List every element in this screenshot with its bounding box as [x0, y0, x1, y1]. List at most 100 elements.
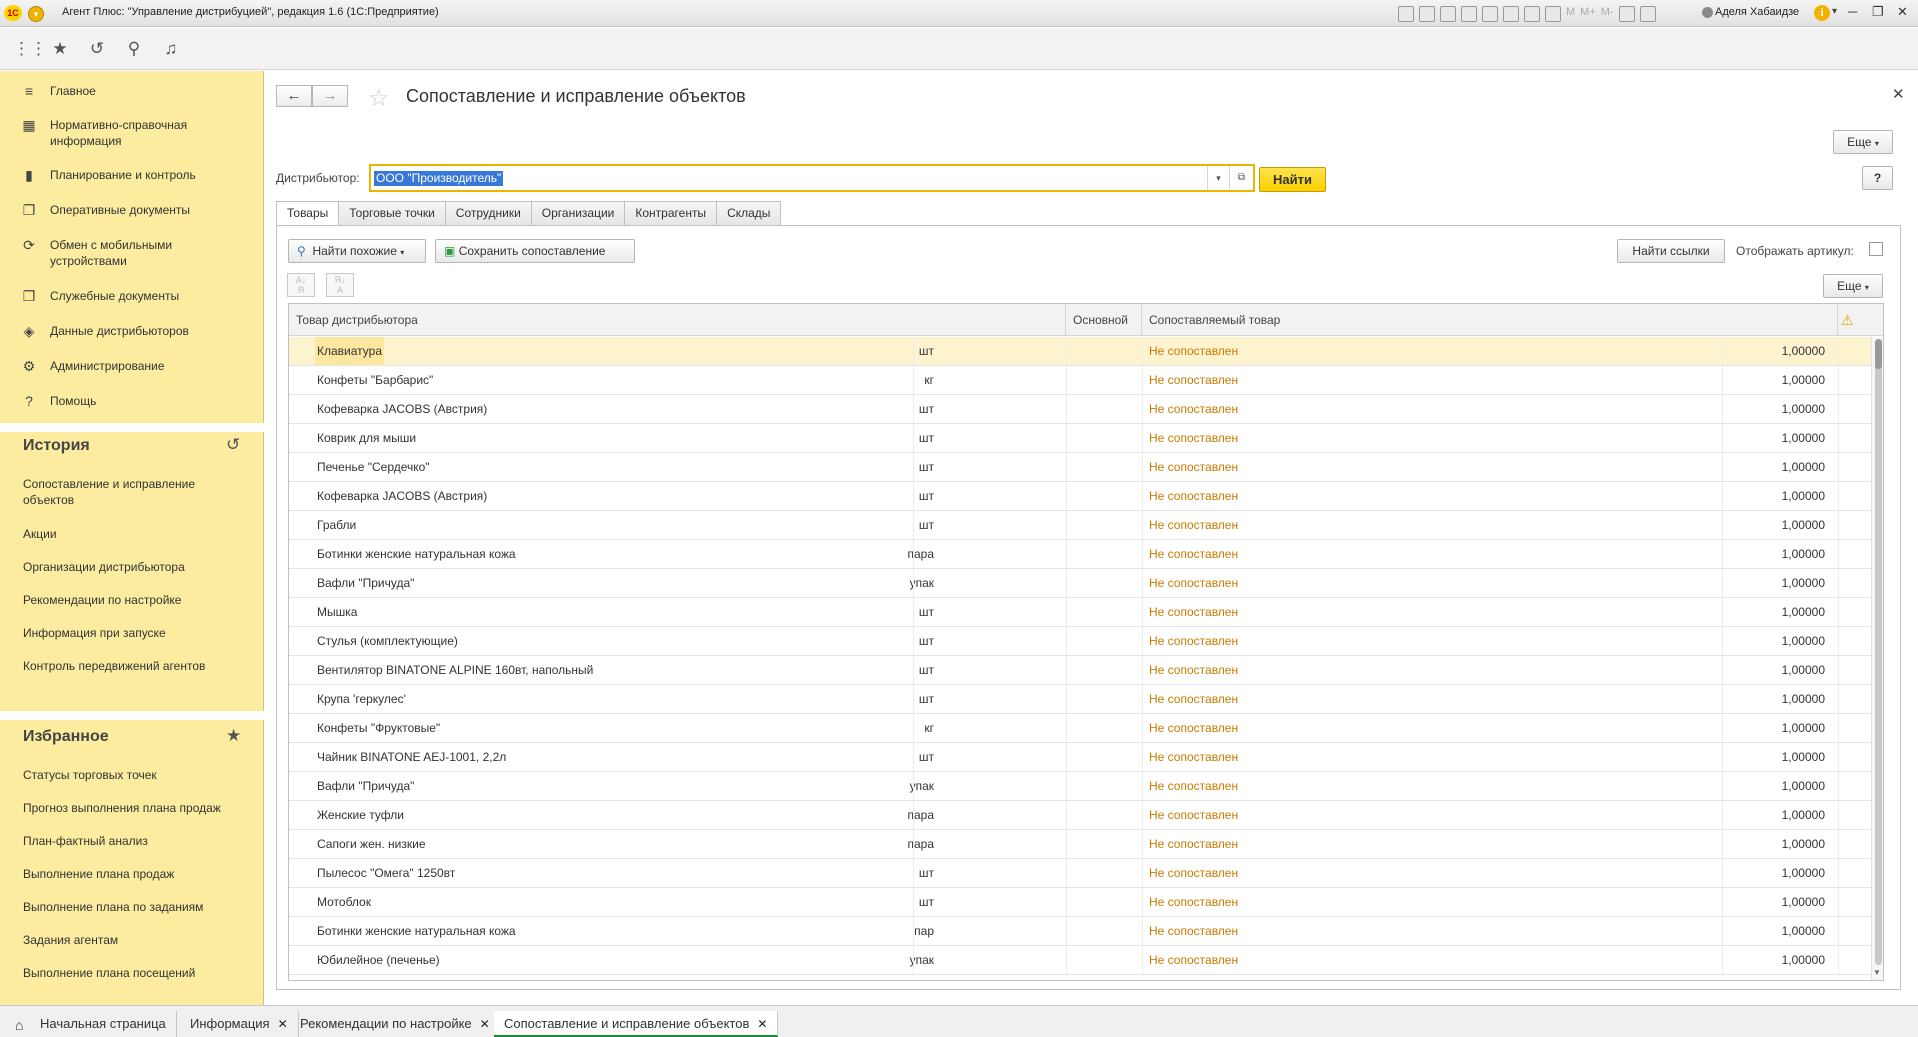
sidebar-item-mobile-exchange[interactable]: ⟳ Обмен с мобильными устройствами: [20, 237, 260, 269]
sidebar-item-service-docs[interactable]: ❐ Служебные документы: [20, 288, 260, 304]
preview-icon[interactable]: [1440, 6, 1456, 22]
sidebar-item-administration[interactable]: ⚙ Администрирование: [20, 358, 260, 374]
favorite-item[interactable]: Статусы торговых точек: [23, 767, 157, 783]
scrollbar-track[interactable]: [1875, 339, 1882, 965]
mail-icon[interactable]: [1503, 6, 1519, 22]
table-row[interactable]: Коврик для мыши шт Не сопоставлен 1,00000: [289, 424, 1871, 453]
favorite-item[interactable]: План-фактный анализ: [23, 833, 148, 849]
find-similar-button[interactable]: ⚲ Найти похожие ▾: [288, 239, 426, 263]
save-mapping-button[interactable]: ▣ Сохранить сопоставление: [435, 239, 635, 263]
info-icon[interactable]: i: [1814, 5, 1830, 21]
close-icon[interactable]: ✕: [757, 1017, 767, 1031]
favorite-item[interactable]: Задания агентам: [23, 932, 118, 948]
close-icon[interactable]: ✕: [480, 1017, 490, 1031]
table-row[interactable]: Вентилятор BINATONE ALPINE 160вт, наполь…: [289, 656, 1871, 685]
table-row[interactable]: Ботинки женские натуральная кожа пар Не со…: [289, 917, 1871, 946]
calendar-icon[interactable]: [1545, 6, 1561, 22]
back-button[interactable]: ←: [276, 85, 312, 107]
favorite-item[interactable]: Выполнение плана посещений: [23, 965, 195, 981]
table-row[interactable]: Стулья (комплектующие) шт Не сопоставлен 1,…: [289, 627, 1871, 656]
current-user[interactable]: Аделя Хабаидзе: [1715, 6, 1799, 18]
bell-icon[interactable]: ♫: [161, 39, 181, 59]
table-row[interactable]: Чайник BINATONE AEJ-1001, 2,2л шт Не сопос…: [289, 743, 1871, 772]
star-icon[interactable]: ★: [50, 39, 70, 59]
table-row[interactable]: Печенье "Сердечко" шт Не сопоставлен 1,0000…: [289, 453, 1871, 482]
table-row[interactable]: Юбилейное (печенье) упак Не сопоставлен 1,0…: [289, 946, 1871, 975]
table-row[interactable]: Грабли шт Не сопоставлен 1,00000: [289, 511, 1871, 540]
save-icon[interactable]: [1398, 6, 1414, 22]
tab-outlets[interactable]: Торговые точки: [339, 201, 446, 226]
table-row[interactable]: Конфеты "Фруктовые" кг Не сопоставлен 1,000…: [289, 714, 1871, 743]
star-icon[interactable]: ★: [226, 726, 241, 746]
sidebar-item-reference[interactable]: ▦ Нормативно-справочная информация: [20, 117, 260, 149]
more-button[interactable]: Еще ▾: [1833, 130, 1893, 154]
column-header-mapped-product[interactable]: Сопоставляемый товар: [1142, 304, 1838, 336]
table-row[interactable]: Крупа 'геркулес' шт Не сопоставлен 1,00000: [289, 685, 1871, 714]
distributor-field[interactable]: ООО "Производитель" ▾ ⧉: [369, 164, 1255, 192]
calculator-icon[interactable]: [1524, 6, 1540, 22]
chevron-down-icon[interactable]: ▾: [1207, 166, 1229, 190]
find-links-button[interactable]: Найти ссылки: [1617, 239, 1725, 263]
home-icon[interactable]: ⌂: [15, 1017, 23, 1033]
table-row[interactable]: Кофеварка JACOBS (Австрия) шт Не сопоставл…: [289, 482, 1871, 511]
favorite-item[interactable]: Прогноз выполнения плана продаж: [23, 800, 221, 816]
forward-button[interactable]: →: [312, 85, 348, 107]
minimize-button[interactable]: ─: [1848, 4, 1857, 19]
tab-warehouses[interactable]: Склады: [717, 201, 782, 226]
help-button[interactable]: ?: [1862, 166, 1893, 190]
column-header-distributor-product[interactable]: Товар дистрибьютора: [289, 304, 1066, 336]
sort-desc-icon[interactable]: Я↓ А: [326, 273, 354, 297]
chevron-down-icon[interactable]: ▾: [1832, 6, 1837, 17]
find-button[interactable]: Найти: [1259, 167, 1326, 192]
zoom-icon[interactable]: [1618, 6, 1635, 22]
table-row[interactable]: Мотоблок шт Не сопоставлен 1,00000: [289, 888, 1871, 917]
attach-icon[interactable]: [1482, 6, 1498, 22]
restore-button[interactable]: ❐: [1872, 4, 1884, 20]
favorite-star-icon[interactable]: ☆: [368, 84, 390, 113]
table-row[interactable]: Мышка шт Не сопоставлен 1,00000: [289, 598, 1871, 627]
scroll-down-icon[interactable]: ▼: [1873, 968, 1881, 977]
sort-asc-icon[interactable]: А↓ Я: [287, 273, 315, 297]
sidebar-item-distributor-data[interactable]: ◈ Данные дистрибьюторов: [20, 323, 260, 339]
table-row[interactable]: Клавиатура шт Не сопоставлен 1,00000: [289, 337, 1871, 366]
main-menu-dropdown-icon[interactable]: ▾: [28, 6, 44, 22]
sidebar-item-help[interactable]: ? Помощь: [20, 393, 260, 409]
panels-icon[interactable]: [1639, 6, 1656, 22]
close-icon[interactable]: ✕: [278, 1017, 288, 1031]
tab-goods[interactable]: Товары: [276, 201, 340, 226]
memory-plus-button[interactable]: M+: [1580, 6, 1596, 22]
export-icon[interactable]: [1461, 6, 1477, 22]
tab-organizations[interactable]: Организации: [531, 201, 626, 226]
open-link-icon[interactable]: ⧉: [1229, 166, 1253, 190]
close-window-button[interactable]: ✕: [1897, 4, 1908, 20]
history-item[interactable]: Акции: [23, 526, 57, 542]
print-icon[interactable]: [1419, 6, 1435, 22]
table-row[interactable]: Вафли "Причуда" упак Не сопоставлен 1,00000: [289, 772, 1871, 801]
column-header-main[interactable]: Основной: [1066, 304, 1142, 336]
table-row[interactable]: Сапоги жен. низкие пара Не сопоставлен 1,00…: [289, 830, 1871, 859]
table-row[interactable]: Кофеварка JACOBS (Австрия) шт Не сопоставл…: [289, 395, 1871, 424]
history-item[interactable]: Информация при запуске: [23, 625, 166, 641]
vertical-scrollbar[interactable]: ▼: [1871, 337, 1883, 980]
table-row[interactable]: Вафли "Причуда" упак Не сопоставлен 1,00000: [289, 569, 1871, 598]
sidebar-item-main[interactable]: ≡ Главное: [20, 83, 260, 99]
search-icon[interactable]: ⚲: [124, 39, 144, 59]
table-row[interactable]: Конфеты "Барбарис" кг Не сопоставлен 1,0000…: [289, 366, 1871, 395]
history-item[interactable]: Сопоставление и исправление объектов: [23, 476, 223, 508]
favorite-item[interactable]: Выполнение плана по заданиям: [23, 899, 203, 915]
bottom-tab-recommendations[interactable]: Рекомендации по настройке ✕: [290, 1011, 501, 1037]
close-form-icon[interactable]: ✕: [1892, 85, 1905, 103]
history-item[interactable]: Контроль передвижений агентов: [23, 658, 205, 674]
sidebar-item-planning[interactable]: ▮ Планирование и контроль: [20, 167, 260, 183]
table-row[interactable]: Ботинки женские натуральная кожа пара Не с…: [289, 540, 1871, 569]
bottom-tab-information[interactable]: Информация ✕: [180, 1011, 299, 1037]
memory-m-button[interactable]: M: [1566, 6, 1575, 22]
apps-grid-icon[interactable]: ⋮⋮: [13, 39, 47, 59]
history-item[interactable]: Рекомендации по настройке: [23, 592, 181, 608]
table-row[interactable]: Женские туфли пара Не сопоставлен 1,00000: [289, 801, 1871, 830]
scrollbar-thumb[interactable]: [1875, 339, 1882, 369]
bottom-tab-mapping[interactable]: Сопоставление и исправление объектов ✕: [494, 1011, 779, 1037]
history-icon[interactable]: ↺: [226, 435, 240, 455]
grid-more-button[interactable]: Еще ▾: [1823, 274, 1883, 298]
show-article-checkbox[interactable]: [1869, 242, 1883, 256]
